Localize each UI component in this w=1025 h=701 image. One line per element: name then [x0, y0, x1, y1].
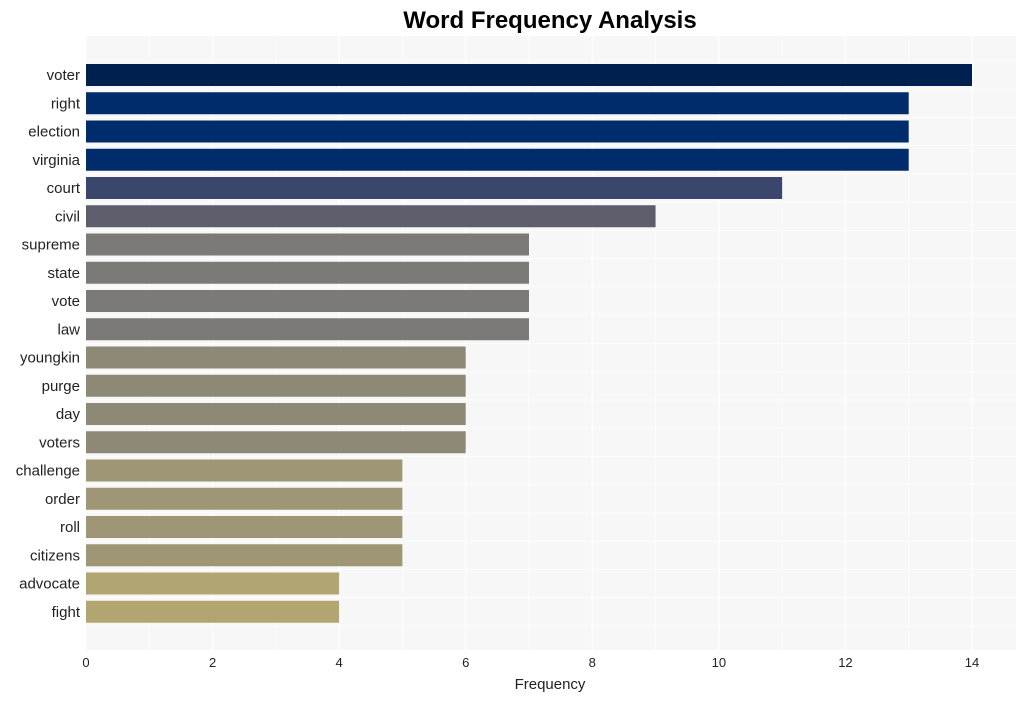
word-frequency-chart: Word Frequency Analysis voter right electi… [16, 7, 1016, 693]
y-label-election: election [28, 124, 80, 141]
bar-order [86, 487, 403, 510]
bar-court [86, 177, 783, 199]
bar-fight [86, 600, 340, 623]
y-label-advocate: advocate [19, 576, 80, 593]
y-label-right: right [51, 95, 81, 112]
y-label-day: day [56, 406, 81, 423]
bar-law [86, 318, 529, 341]
bar-voter [86, 64, 972, 86]
bar-challenge [86, 459, 403, 482]
bar-right [86, 92, 909, 115]
bar-advocate [86, 572, 340, 595]
y-label-civil: civil [55, 208, 80, 225]
bar-citizens [86, 544, 403, 567]
y-label-virginia: virginia [32, 152, 80, 169]
bar-voters [86, 431, 466, 454]
y-label-challenge: challenge [16, 463, 80, 480]
y-label-voters: voters [39, 434, 80, 451]
y-label-vote: vote [52, 293, 80, 310]
x-tick-4: 4 [336, 655, 343, 670]
x-tick-0: 0 [82, 655, 89, 670]
y-axis-labels: voter right election virginia court civil supr… [16, 67, 81, 621]
y-label-state: state [47, 265, 80, 282]
y-label-roll: roll [60, 519, 80, 536]
y-label-law: law [57, 321, 80, 338]
bar-day [86, 403, 466, 425]
y-label-youngkin: youngkin [20, 350, 80, 367]
x-tick-6: 6 [462, 655, 469, 670]
bar-youngkin [86, 346, 466, 369]
y-label-court: court [47, 180, 81, 197]
bar-election [86, 120, 909, 143]
x-tick-14: 14 [965, 655, 979, 670]
bar-vote [86, 290, 529, 312]
x-axis-ticks: 0 2 4 6 8 10 12 14 [82, 655, 979, 670]
y-label-fight: fight [52, 604, 81, 621]
y-label-purge: purge [42, 378, 80, 395]
x-axis-label: Frequency [515, 676, 586, 693]
x-tick-8: 8 [589, 655, 596, 670]
y-label-voter: voter [47, 67, 80, 84]
bar-state [86, 261, 529, 284]
x-tick-12: 12 [838, 655, 852, 670]
x-tick-10: 10 [712, 655, 726, 670]
bar-purge [86, 374, 466, 397]
chart-title: Word Frequency Analysis [403, 7, 696, 34]
bar-virginia [86, 148, 909, 171]
y-label-supreme: supreme [22, 237, 80, 254]
y-label-order: order [45, 491, 80, 508]
bar-supreme [86, 233, 529, 256]
bar-roll [86, 516, 403, 538]
bar-civil [86, 205, 656, 228]
x-tick-2: 2 [209, 655, 216, 670]
y-label-citizens: citizens [30, 547, 80, 564]
